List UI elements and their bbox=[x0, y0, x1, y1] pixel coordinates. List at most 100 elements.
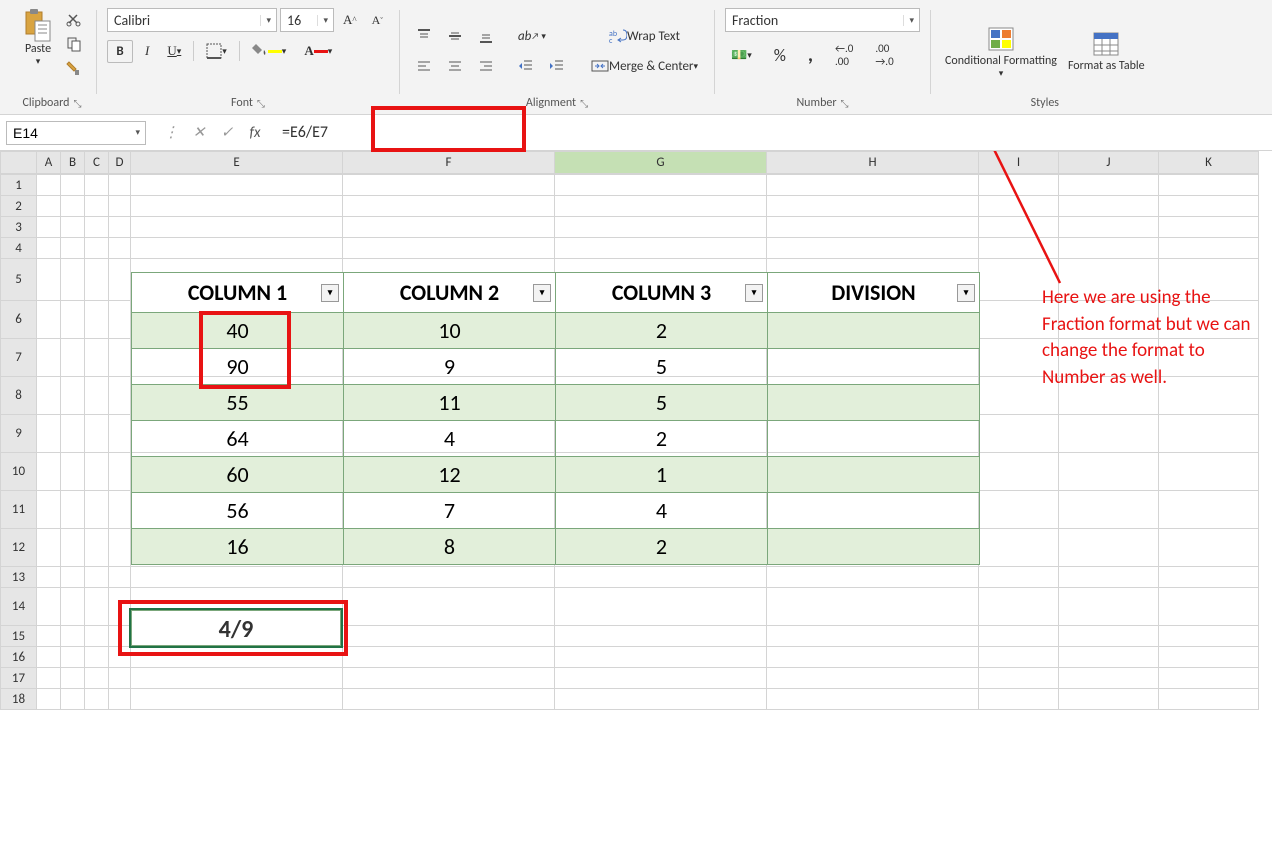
cell[interactable] bbox=[555, 238, 767, 259]
table-cell[interactable]: 10 bbox=[344, 313, 556, 349]
table-cell[interactable]: 55 bbox=[132, 385, 344, 421]
number-format-dropdown[interactable]: Fraction ▾ bbox=[725, 8, 920, 32]
format-painter-button[interactable] bbox=[62, 58, 86, 78]
decrease-font-button[interactable]: Aˇ bbox=[366, 9, 389, 32]
cell[interactable] bbox=[1159, 689, 1259, 710]
cell[interactable] bbox=[131, 689, 343, 710]
table-cell[interactable]: 16 bbox=[132, 529, 344, 565]
table-cell[interactable]: 7 bbox=[344, 493, 556, 529]
cell[interactable] bbox=[979, 668, 1059, 689]
cell[interactable] bbox=[37, 196, 61, 217]
cell[interactable] bbox=[85, 415, 109, 453]
row-head-6[interactable]: 6 bbox=[1, 301, 37, 339]
cell[interactable] bbox=[37, 415, 61, 453]
cell[interactable] bbox=[61, 377, 85, 415]
row-head-17[interactable]: 17 bbox=[1, 668, 37, 689]
cell[interactable] bbox=[109, 175, 131, 196]
cancel-formula-button[interactable]: ✕ bbox=[186, 120, 212, 146]
copy-button[interactable] bbox=[62, 34, 86, 54]
cell[interactable] bbox=[37, 238, 61, 259]
font-name-dropdown[interactable]: Calibri ▾ bbox=[107, 8, 277, 32]
cell[interactable] bbox=[979, 647, 1059, 668]
wrap-text-button[interactable]: abc Wrap Text bbox=[585, 24, 704, 48]
cell[interactable] bbox=[61, 339, 85, 377]
accounting-format-button[interactable]: 💵▾ bbox=[725, 44, 758, 67]
filter-button[interactable]: ▾ bbox=[957, 284, 975, 302]
cell[interactable] bbox=[85, 491, 109, 529]
table-cell[interactable] bbox=[768, 385, 980, 421]
name-box[interactable]: ▾ bbox=[6, 121, 146, 145]
cell[interactable] bbox=[1059, 415, 1159, 453]
cell[interactable] bbox=[109, 668, 131, 689]
align-middle-button[interactable] bbox=[441, 24, 469, 48]
cell[interactable] bbox=[1159, 196, 1259, 217]
cell[interactable] bbox=[109, 491, 131, 529]
cell[interactable] bbox=[1159, 668, 1259, 689]
cell[interactable] bbox=[1059, 529, 1159, 567]
align-bottom-button[interactable] bbox=[472, 24, 500, 48]
borders-button[interactable]: ▾ bbox=[200, 39, 233, 63]
cell[interactable] bbox=[85, 339, 109, 377]
cell[interactable] bbox=[85, 453, 109, 491]
row-head-14[interactable]: 14 bbox=[1, 588, 37, 626]
bold-button[interactable]: B bbox=[107, 40, 133, 63]
cell[interactable] bbox=[1059, 453, 1159, 491]
cell[interactable] bbox=[1159, 626, 1259, 647]
table-header[interactable]: COLUMN 3▾ bbox=[556, 273, 768, 313]
cell[interactable] bbox=[1059, 626, 1159, 647]
cell[interactable] bbox=[131, 238, 343, 259]
cell[interactable] bbox=[343, 567, 555, 588]
row-head-5[interactable]: 5 bbox=[1, 259, 37, 301]
cell[interactable] bbox=[37, 529, 61, 567]
percent-button[interactable]: % bbox=[768, 41, 792, 70]
cell[interactable] bbox=[85, 689, 109, 710]
cell[interactable] bbox=[131, 567, 343, 588]
row-head-18[interactable]: 18 bbox=[1, 689, 37, 710]
table-cell[interactable] bbox=[768, 529, 980, 565]
row-head-15[interactable]: 15 bbox=[1, 626, 37, 647]
table-cell[interactable]: 40 bbox=[132, 313, 344, 349]
cell[interactable] bbox=[979, 453, 1059, 491]
paste-button[interactable]: Paste ▾ bbox=[18, 8, 58, 69]
spreadsheet-grid[interactable]: A B C D E F G H I J K bbox=[0, 151, 1259, 174]
cell[interactable] bbox=[85, 647, 109, 668]
cell[interactable] bbox=[37, 626, 61, 647]
increase-decimal-button[interactable]: ←.0.00 bbox=[829, 38, 859, 72]
row-head-4[interactable]: 4 bbox=[1, 238, 37, 259]
cell[interactable] bbox=[85, 238, 109, 259]
table-cell[interactable]: 8 bbox=[344, 529, 556, 565]
select-all-corner[interactable] bbox=[1, 152, 37, 174]
cell[interactable] bbox=[109, 415, 131, 453]
table-cell[interactable] bbox=[768, 457, 980, 493]
cell[interactable] bbox=[767, 567, 979, 588]
cell[interactable] bbox=[1059, 567, 1159, 588]
table-cell[interactable]: 2 bbox=[556, 529, 768, 565]
cell[interactable] bbox=[1159, 647, 1259, 668]
col-head-D[interactable]: D bbox=[109, 152, 131, 174]
cell[interactable] bbox=[109, 196, 131, 217]
cell[interactable] bbox=[979, 567, 1059, 588]
cell[interactable] bbox=[1159, 567, 1259, 588]
row-head-11[interactable]: 11 bbox=[1, 491, 37, 529]
cell[interactable] bbox=[131, 175, 343, 196]
number-launcher[interactable]: ⤡ bbox=[841, 97, 849, 110]
cell[interactable] bbox=[37, 567, 61, 588]
row-head-16[interactable]: 16 bbox=[1, 647, 37, 668]
cell[interactable] bbox=[61, 217, 85, 238]
cell[interactable] bbox=[1159, 453, 1259, 491]
cell[interactable] bbox=[61, 647, 85, 668]
table-cell[interactable]: 11 bbox=[344, 385, 556, 421]
cell[interactable] bbox=[61, 567, 85, 588]
cell[interactable] bbox=[85, 259, 109, 301]
table-cell[interactable] bbox=[768, 421, 980, 457]
cell[interactable] bbox=[1159, 491, 1259, 529]
cell[interactable] bbox=[555, 668, 767, 689]
col-head-B[interactable]: B bbox=[61, 152, 85, 174]
font-color-button[interactable]: A ▾ bbox=[298, 39, 338, 63]
cell[interactable] bbox=[131, 217, 343, 238]
row-head-7[interactable]: 7 bbox=[1, 339, 37, 377]
cell[interactable] bbox=[767, 588, 979, 626]
cell[interactable] bbox=[979, 689, 1059, 710]
cell[interactable] bbox=[37, 217, 61, 238]
table-cell[interactable] bbox=[768, 349, 980, 385]
